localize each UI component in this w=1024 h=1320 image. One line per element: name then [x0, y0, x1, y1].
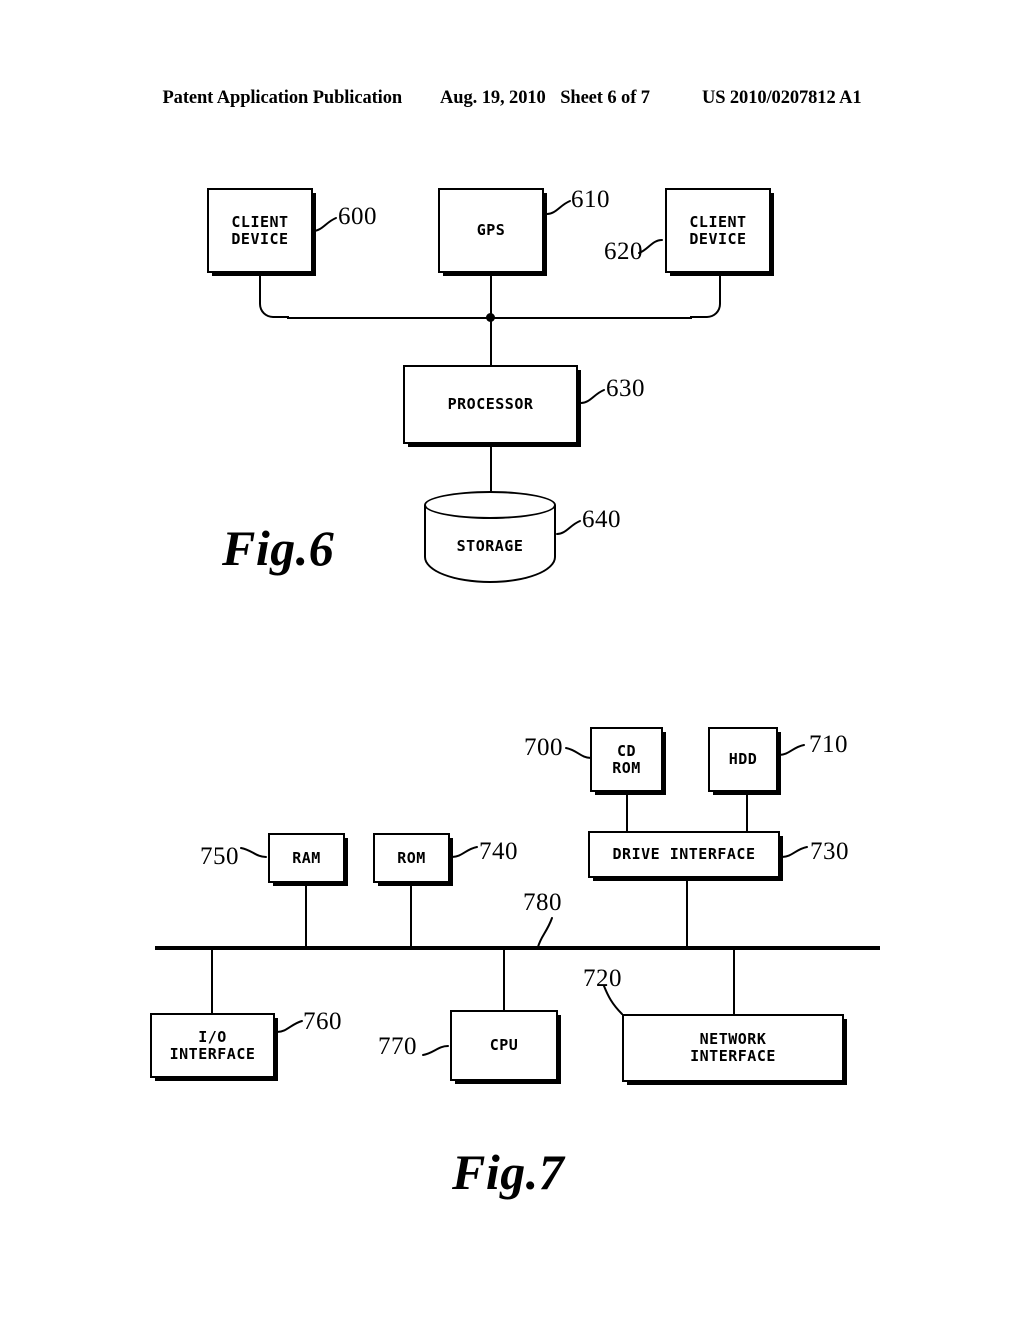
io-interface-760-label-line1: I/O: [198, 1027, 227, 1046]
client-device-620-box[interactable]: CLIENT DEVICE: [665, 188, 771, 273]
gps-610-label: GPS: [476, 221, 506, 240]
hdd-710-label: HDD: [728, 750, 758, 769]
storage-cylinder-top-ellipse: [424, 491, 556, 519]
connector-bus-to-io-interface: [211, 948, 213, 1014]
network-interface-720-label-line2: INTERFACE: [690, 1047, 776, 1065]
sheet-number: Sheet 6 of 7: [560, 88, 650, 108]
ram-750-box[interactable]: RAM: [268, 833, 345, 883]
io-interface-760-box[interactable]: I/O INTERFACE: [150, 1013, 275, 1078]
rom-740-label: ROM: [397, 848, 426, 867]
leader-740: [451, 846, 478, 858]
leader-610: [546, 200, 571, 215]
client-device-600-label-line1: CLIENT: [231, 212, 289, 231]
ref-640: 640: [582, 506, 621, 533]
storage-640-label: STORAGE: [456, 537, 524, 555]
connector-bus-to-network-interface: [733, 948, 735, 1015]
ref-720: 720: [583, 965, 622, 992]
io-interface-760-label-line2: INTERFACE: [169, 1044, 256, 1063]
cd-rom-700-label-line2: ROM: [612, 758, 641, 777]
cd-rom-700-label-line1: CD: [616, 741, 637, 760]
hdd-710-box[interactable]: HDD: [708, 727, 778, 792]
figure-6-caption: Fig.6: [222, 520, 335, 576]
figure-7-caption: Fig.7: [452, 1144, 565, 1200]
publication-date: Aug. 19, 2010: [440, 88, 546, 108]
connector-client600-to-bus: [259, 272, 289, 318]
ref-780: 780: [523, 889, 562, 916]
cpu-770-box[interactable]: CPU: [450, 1010, 558, 1081]
connector-bus-to-processor: [490, 317, 492, 366]
processor-630-box[interactable]: PROCESSOR: [403, 365, 578, 444]
ref-710: 710: [809, 731, 848, 758]
gps-610-box[interactable]: GPS: [438, 188, 544, 273]
ref-620: 620: [604, 238, 643, 265]
leader-600: [312, 217, 337, 232]
ref-760: 760: [303, 1008, 342, 1035]
connector-hdd-to-drive-interface: [746, 792, 748, 833]
connector-cdrom-to-drive-interface: [626, 792, 628, 833]
ram-750-label: RAM: [292, 848, 321, 867]
connector-gps-to-bus: [490, 272, 492, 319]
connector-ram-to-bus: [305, 883, 307, 948]
leader-640: [556, 520, 581, 535]
cd-rom-700-box[interactable]: CD ROM: [590, 727, 663, 792]
bus-junction-dot: [486, 313, 495, 322]
system-bus-780: [155, 946, 880, 950]
client-device-600-label-line2: DEVICE: [231, 229, 289, 248]
processor-630-label: PROCESSOR: [447, 395, 534, 414]
publication-date-sheet: Aug. 19, 2010 Sheet 6 of 7: [440, 88, 650, 109]
publication-title: Patent Application Publication: [162, 88, 403, 108]
ref-730: 730: [810, 838, 849, 865]
leader-730: [781, 846, 808, 858]
client-device-620-label-line2: DEVICE: [689, 229, 747, 248]
storage-640-cylinder[interactable]: STORAGE: [424, 491, 556, 583]
patent-number: US 2010/0207812 A1: [701, 88, 862, 108]
page-header: Patent Application Publication Aug. 19, …: [0, 88, 1024, 114]
drive-interface-730-label: DRIVE INTERFACE: [612, 845, 756, 864]
ref-770: 770: [378, 1033, 417, 1060]
client-device-600-box[interactable]: CLIENT DEVICE: [207, 188, 313, 273]
connector-drive-interface-to-bus: [686, 878, 688, 948]
leader-710: [778, 744, 805, 756]
ref-750: 750: [200, 843, 239, 870]
leader-750: [240, 847, 267, 858]
drive-interface-730-box[interactable]: DRIVE INTERFACE: [588, 831, 780, 878]
network-interface-720-box[interactable]: NETWORK INTERFACE: [622, 1014, 844, 1082]
leader-780: [537, 917, 553, 948]
leader-760: [276, 1020, 303, 1033]
client-device-620-label-line1: CLIENT: [689, 212, 747, 231]
leader-700: [565, 747, 592, 759]
cpu-770-label: CPU: [489, 1036, 519, 1055]
ref-700: 700: [524, 734, 563, 761]
connector-rom-to-bus: [410, 883, 412, 948]
ref-610: 610: [571, 186, 610, 213]
ref-600: 600: [338, 203, 377, 230]
rom-740-box[interactable]: ROM: [373, 833, 450, 883]
connector-client620-to-bus: [690, 272, 721, 318]
connector-bus-to-cpu: [503, 948, 505, 1010]
ref-630: 630: [606, 375, 645, 402]
ref-740: 740: [479, 838, 518, 865]
leader-630: [580, 389, 605, 404]
leader-770: [422, 1045, 449, 1056]
network-interface-720-label-line1: NETWORK: [699, 1030, 767, 1049]
